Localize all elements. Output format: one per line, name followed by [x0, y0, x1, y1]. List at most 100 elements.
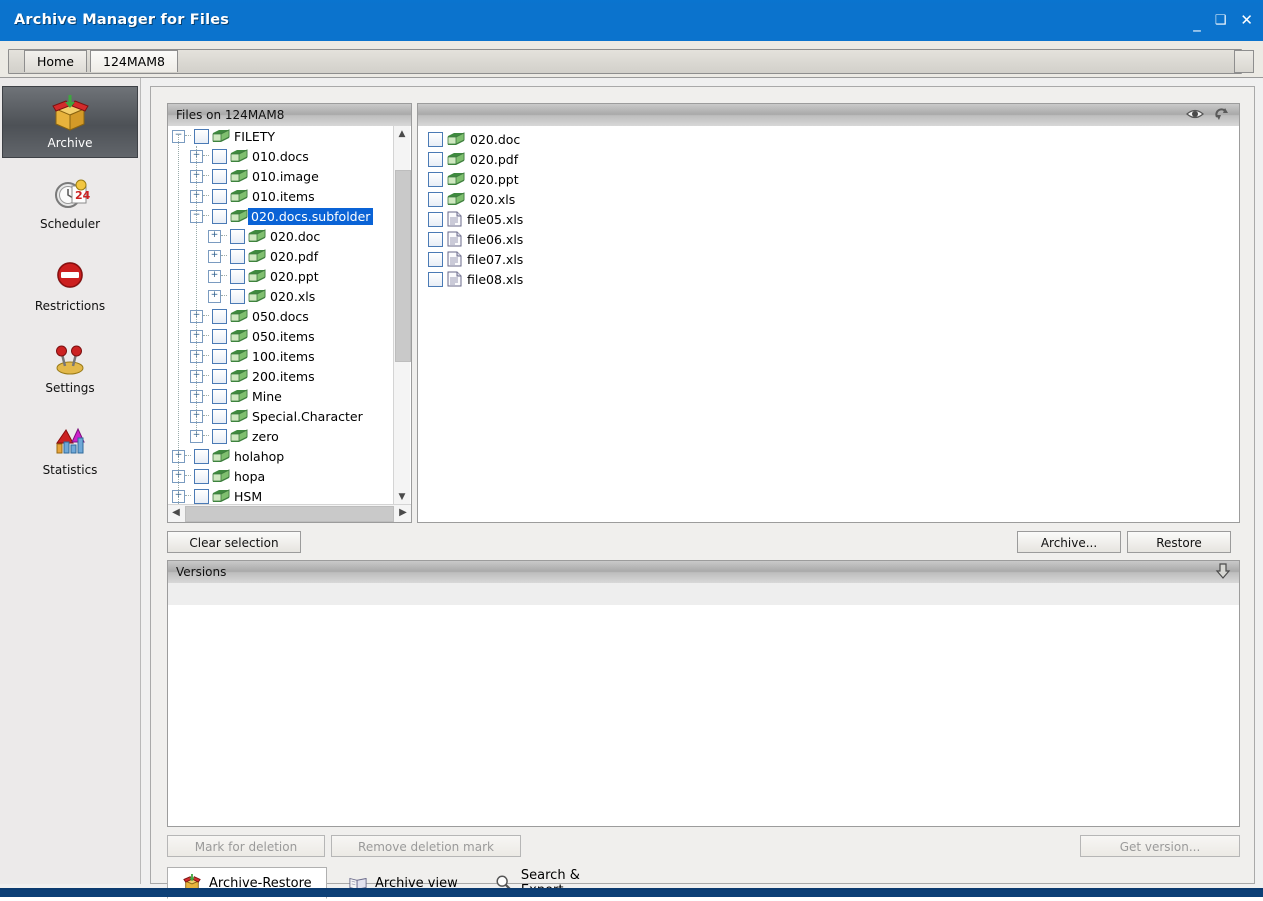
versions-panel-header: Versions: [168, 561, 1239, 584]
file-list-header-icons: [1185, 106, 1231, 122]
tree-checkbox[interactable]: [194, 468, 209, 484]
expand-icon[interactable]: +: [208, 269, 221, 283]
tree-row[interactable]: +010.docs: [168, 146, 411, 166]
tree-checkbox[interactable]: [230, 288, 245, 304]
folder-icon: [230, 328, 248, 342]
folder-tree[interactable]: − FILETY +010.docs +010.image +010.items −020…: [168, 126, 411, 522]
tree-horizontal-scrollbar[interactable]: ◀ ▶: [168, 504, 411, 522]
minimize-icon[interactable]: _: [1193, 16, 1201, 31]
tree-scroll-thumb[interactable]: [395, 170, 411, 362]
tree-item-icon: [230, 368, 248, 384]
tree-row[interactable]: + Mine: [168, 386, 411, 406]
file-checkbox[interactable]: [428, 151, 443, 167]
tree-row[interactable]: +050.items: [168, 326, 411, 346]
close-icon[interactable]: ✕: [1240, 13, 1253, 28]
refresh-icon[interactable]: [1213, 106, 1231, 122]
tree-checkbox[interactable]: [212, 188, 227, 204]
get-version-button[interactable]: Get version...: [1080, 835, 1240, 857]
tab-home[interactable]: Home: [24, 50, 87, 72]
file-checkbox[interactable]: [428, 171, 443, 187]
tree-row[interactable]: +100.items: [168, 346, 411, 366]
tree-checkbox[interactable]: [230, 268, 245, 284]
tree-checkbox[interactable]: [212, 308, 227, 324]
tree-row[interactable]: +200.items: [168, 366, 411, 386]
tree-checkbox[interactable]: [194, 128, 209, 144]
tree-row[interactable]: +020.doc: [168, 226, 411, 246]
tree-row[interactable]: +020.ppt: [168, 266, 411, 286]
file-checkbox[interactable]: [428, 271, 443, 287]
tree-checkbox[interactable]: [212, 208, 227, 224]
sidebar-item-restrictions[interactable]: Restrictions: [3, 250, 137, 322]
sidebar-item-settings[interactable]: Settings: [3, 332, 137, 404]
sidebar-item-scheduler[interactable]: 24 Scheduler: [3, 168, 137, 240]
sidebar-item-statistics[interactable]: Statistics: [3, 414, 137, 486]
expand-icon[interactable]: +: [208, 249, 221, 263]
scroll-left-icon[interactable]: ◀: [168, 505, 184, 521]
tree-row[interactable]: + HSM: [168, 486, 411, 506]
sidebar-item-archive[interactable]: Archive: [2, 86, 138, 158]
tree-row[interactable]: + holahop: [168, 446, 411, 466]
tree-checkbox[interactable]: [230, 248, 245, 264]
tree-row[interactable]: + hopa: [168, 466, 411, 486]
folder-icon: [447, 191, 465, 205]
tab-124mam8[interactable]: 124MAM8: [90, 50, 178, 72]
tree-row[interactable]: + Special.Character: [168, 406, 411, 426]
file-checkbox[interactable]: [428, 211, 443, 227]
scroll-down-icon[interactable]: ▼: [394, 489, 410, 505]
tree-row[interactable]: + zero: [168, 426, 411, 446]
tree-checkbox[interactable]: [212, 348, 227, 364]
file-list-item[interactable]: 020.ppt: [418, 169, 1239, 189]
tree-hscroll-thumb[interactable]: [185, 506, 394, 522]
file-list-item[interactable]: file06.xls: [418, 229, 1239, 249]
tree-item-label: 020.ppt: [270, 268, 319, 284]
tree-checkbox[interactable]: [194, 488, 209, 504]
tree-row[interactable]: +010.items: [168, 186, 411, 206]
file-checkbox[interactable]: [428, 231, 443, 247]
status-bar-fill: [0, 890, 1263, 897]
archive-button[interactable]: Archive...: [1017, 531, 1121, 553]
file-list-item[interactable]: 020.doc: [418, 129, 1239, 149]
tree-checkbox[interactable]: [212, 148, 227, 164]
tree-row[interactable]: +050.docs: [168, 306, 411, 326]
tree-connector: [203, 395, 209, 397]
maximize-icon[interactable]: ❑: [1215, 14, 1227, 27]
tree-checkbox[interactable]: [212, 428, 227, 444]
remove-deletion-mark-button[interactable]: Remove deletion mark: [331, 835, 521, 857]
tree-checkbox[interactable]: [194, 448, 209, 464]
mark-for-deletion-button[interactable]: Mark for deletion: [167, 835, 325, 857]
file-list-item[interactable]: file08.xls: [418, 269, 1239, 289]
tree-checkbox[interactable]: [230, 228, 245, 244]
clear-selection-button[interactable]: Clear selection: [167, 531, 301, 553]
file-checkbox[interactable]: [428, 191, 443, 207]
folder-icon: [230, 208, 248, 222]
expand-icon[interactable]: +: [208, 229, 221, 243]
eye-icon[interactable]: [1185, 106, 1205, 122]
tab-strip-end-button[interactable]: [1234, 50, 1254, 73]
file-list-item[interactable]: 020.xls: [418, 189, 1239, 209]
arrow-down-icon[interactable]: [1215, 563, 1231, 580]
file-list-item[interactable]: file07.xls: [418, 249, 1239, 269]
tree-vertical-scrollbar[interactable]: ▲ ▼: [393, 126, 411, 505]
tree-row[interactable]: +020.xls: [168, 286, 411, 306]
expand-icon[interactable]: +: [208, 289, 221, 303]
file-list-item[interactable]: 020.pdf: [418, 149, 1239, 169]
restore-button[interactable]: Restore: [1127, 531, 1231, 553]
file-checkbox[interactable]: [428, 131, 443, 147]
scroll-right-icon[interactable]: ▶: [395, 505, 411, 521]
tree-row[interactable]: +020.pdf: [168, 246, 411, 266]
tree-checkbox[interactable]: [212, 368, 227, 384]
tree-checkbox[interactable]: [212, 408, 227, 424]
tree-row[interactable]: +010.image: [168, 166, 411, 186]
files-panel-title: Files on 124MAM8: [176, 108, 285, 122]
scroll-up-icon[interactable]: ▲: [394, 126, 410, 142]
versions-list[interactable]: [168, 605, 1239, 826]
tree-row[interactable]: − FILETY: [168, 126, 411, 146]
tree-checkbox[interactable]: [212, 328, 227, 344]
file-checkbox[interactable]: [428, 251, 443, 267]
file-list-item[interactable]: file05.xls: [418, 209, 1239, 229]
window-controls: _ ❑ ✕: [1193, 13, 1253, 31]
file-list[interactable]: 020.doc 020.pdf 020.ppt 020.xls file05.xls fi…: [418, 126, 1239, 522]
tree-row[interactable]: −020.docs.subfolder: [168, 206, 411, 226]
tree-checkbox[interactable]: [212, 388, 227, 404]
tree-checkbox[interactable]: [212, 168, 227, 184]
